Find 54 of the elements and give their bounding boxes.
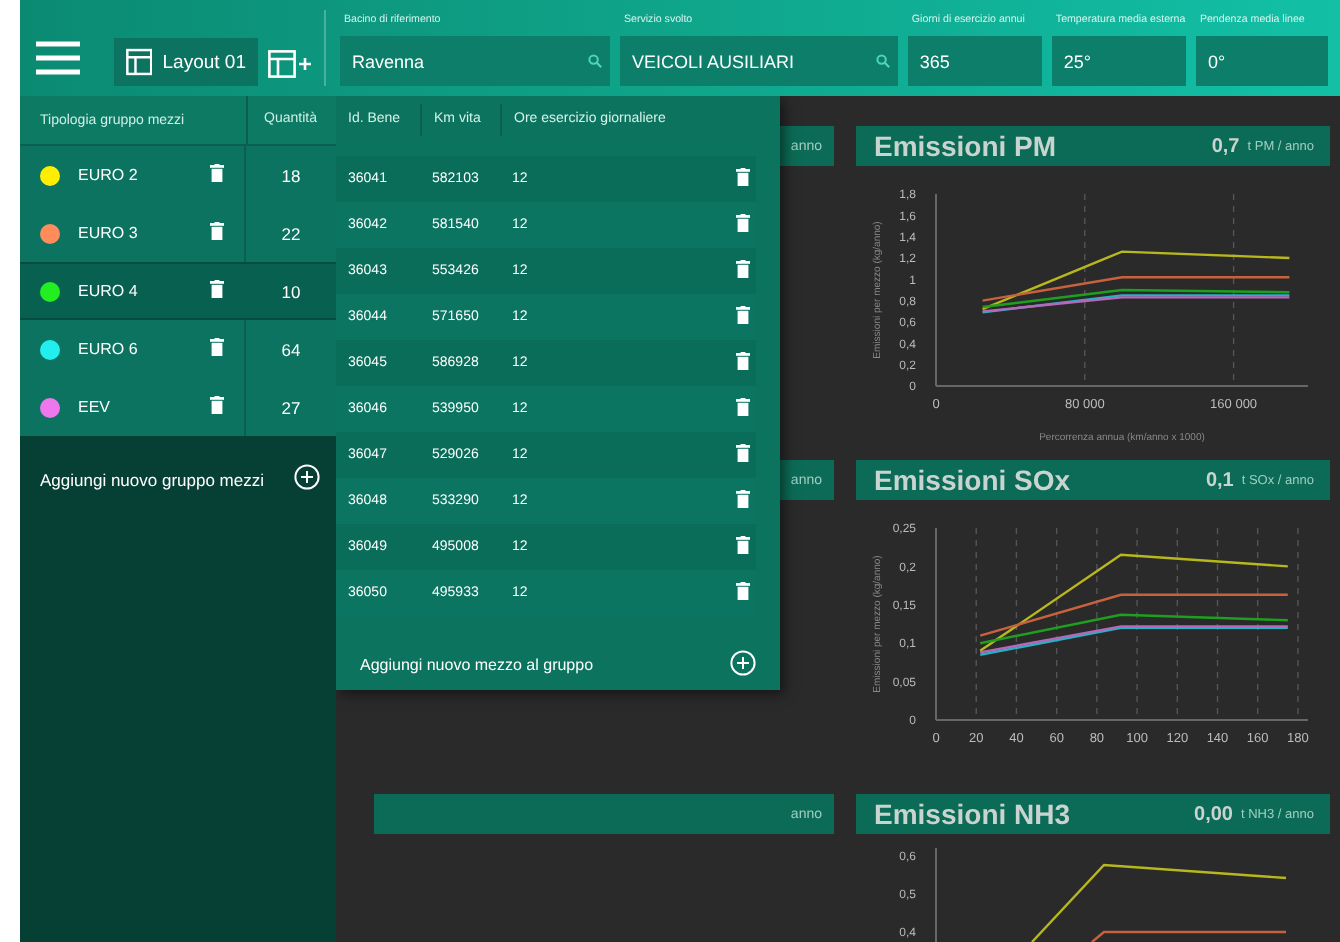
menu-button[interactable]: [36, 40, 80, 80]
group-name: EURO 2: [78, 166, 140, 184]
quantity-cell-text: 18: [279, 165, 303, 185]
add-group-link[interactable]: Aggiungi nuovo gruppo mezzi: [40, 469, 264, 489]
add-circle-icon[interactable]: [730, 650, 756, 676]
search-icon: [587, 53, 602, 67]
input-field[interactable]: 25°: [1051, 36, 1186, 86]
trash-icon[interactable]: [210, 396, 224, 414]
group-name: EURO 3: [78, 224, 140, 242]
add-layout-icon: [268, 48, 312, 80]
group-row[interactable]: EURO 4 10: [20, 262, 336, 320]
trash-icon[interactable]: [736, 214, 750, 232]
emission-value: 0,00: [1194, 803, 1233, 825]
group-row[interactable]: EURO 2 18: [20, 146, 336, 204]
add-vehicle-link[interactable]: Aggiungi nuovo mezzo al gruppo: [360, 656, 594, 674]
trash-icon[interactable]: [736, 536, 750, 554]
search-field[interactable]: VEICOLI AUSILIARI: [619, 36, 898, 86]
quantity-cell-text: 22: [279, 223, 303, 243]
emission-value: 0,1: [1205, 469, 1234, 491]
quantity-cell-text: 27: [279, 397, 303, 417]
input-field[interactable]: 0°: [1195, 36, 1328, 86]
chart-title: Emissioni PM: [874, 130, 1059, 162]
group-row[interactable]: EEV 27: [20, 378, 336, 436]
chart-title: Emissioni SOx: [874, 464, 1073, 496]
chart-title: Emissioni NH3: [874, 798, 1073, 830]
trash-icon[interactable]: [210, 222, 224, 240]
search-field[interactable]: Ravenna: [339, 36, 610, 86]
group-name: EEV: [78, 398, 113, 416]
trash-icon[interactable]: [210, 338, 224, 356]
trash-icon[interactable]: [736, 398, 750, 416]
group-name: EURO 4: [78, 282, 140, 300]
trash-icon[interactable]: [210, 164, 224, 182]
quantity-cell-text: 10: [279, 281, 303, 301]
emission-value: 0,7: [1211, 135, 1240, 157]
add-circle-icon[interactable]: [294, 464, 320, 490]
trash-icon[interactable]: [736, 490, 750, 508]
quantity-cell-text: 64: [279, 339, 303, 359]
layout-icon: [126, 48, 153, 76]
trash-icon[interactable]: [736, 306, 750, 324]
search-icon: [875, 53, 890, 67]
y-axis: [935, 847, 937, 942]
input-field[interactable]: 365: [907, 36, 1042, 86]
trash-icon[interactable]: [736, 582, 750, 600]
group-name: EURO 6: [78, 340, 140, 358]
trash-icon[interactable]: [736, 444, 750, 462]
group-row[interactable]: EURO 3 22: [20, 204, 336, 262]
trash-icon[interactable]: [736, 168, 750, 186]
add-layout-button[interactable]: [268, 48, 312, 80]
trash-icon[interactable]: [736, 352, 750, 370]
group-row[interactable]: EURO 6 64: [20, 320, 336, 378]
trash-icon[interactable]: [210, 280, 224, 298]
trash-icon[interactable]: [736, 260, 750, 278]
layout-button[interactable]: Layout 01: [114, 38, 258, 86]
menu-icon: [36, 40, 80, 76]
